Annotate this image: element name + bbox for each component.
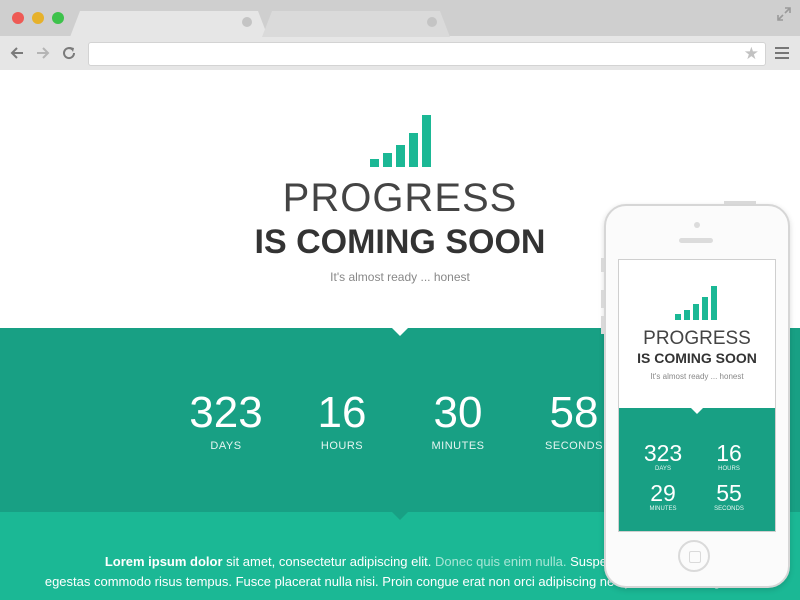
phone-camera: [694, 222, 700, 228]
tab-close-icon[interactable]: [427, 17, 437, 27]
about-highlight-link[interactable]: Donec quis enim nulla.: [435, 554, 567, 569]
about-lead: Lorem ipsum dolor: [104, 554, 223, 569]
section-divider-notch: [392, 512, 408, 520]
tab-strip: [0, 0, 800, 37]
mobile-hours-label: HOURS: [718, 466, 740, 472]
phone-volume-up: [601, 290, 604, 308]
minimize-window-button[interactable]: [32, 12, 44, 24]
maximize-window-button[interactable]: [52, 12, 64, 24]
phone-speaker: [679, 238, 713, 243]
forward-arrow-icon[interactable]: [34, 44, 52, 62]
mobile-days-value: 323: [643, 440, 683, 466]
countdown-hours-value: 16: [317, 388, 367, 437]
countdown-minutes: 30 MINUTES: [398, 388, 518, 452]
phone-volume-down: [601, 316, 604, 334]
phone-power-button: [724, 201, 756, 204]
mobile-countdown-section: 323 DAYS 16 HOURS 29 MINUTES 55 SECONDS: [619, 408, 775, 531]
tab-shape-inactive: [262, 11, 450, 37]
mobile-tagline: It's almost ready ... honest: [650, 372, 744, 381]
browser-chrome: ★: [0, 0, 800, 70]
mobile-minutes-label: MINUTES: [649, 506, 677, 512]
phone-screen: PROGRESS IS COMING SOON It's almost read…: [618, 259, 776, 532]
tab-inactive[interactable]: [262, 11, 452, 37]
tab-shape-active: [70, 11, 268, 37]
mobile-countdown-minutes: 29 MINUTES: [633, 480, 693, 512]
close-window-button[interactable]: [12, 12, 24, 24]
mobile-hours-value: 16: [716, 440, 742, 466]
section-divider-notch: [691, 408, 703, 414]
back-arrow-icon[interactable]: [8, 44, 26, 62]
countdown-days: 323 DAYS: [166, 388, 286, 452]
tab-active[interactable]: [70, 11, 270, 37]
address-bar[interactable]: ★: [88, 42, 766, 66]
mobile-countdown-seconds: 55 SECONDS: [699, 480, 759, 512]
mobile-seconds-label: SECONDS: [714, 506, 744, 512]
countdown-minutes-label: MINUTES: [431, 440, 485, 452]
section-divider-notch: [392, 328, 408, 336]
phone-mockup: PROGRESS IS COMING SOON It's almost read…: [601, 201, 790, 588]
phone-home-button[interactable]: [678, 540, 710, 572]
mobile-seconds-value: 55: [716, 480, 742, 506]
reload-icon[interactable]: [60, 44, 78, 62]
mobile-title-line1: PROGRESS: [643, 328, 751, 349]
countdown-days-value: 323: [189, 388, 263, 437]
signal-bars-logo-icon: [675, 286, 717, 320]
fullscreen-icon[interactable]: [776, 6, 792, 22]
countdown-minutes-value: 30: [433, 388, 483, 437]
countdown-hours: 16 HOURS: [282, 388, 402, 452]
tab-close-icon[interactable]: [242, 17, 252, 27]
mobile-title-line2: IS COMING SOON: [637, 350, 757, 366]
about-text-part1: sit amet, consectetur adipiscing elit.: [222, 554, 435, 569]
mobile-countdown-hours: 16 HOURS: [699, 440, 759, 472]
bookmark-star-icon[interactable]: ★: [744, 44, 759, 64]
phone-mute-switch: [601, 258, 604, 272]
mobile-days-label: DAYS: [655, 466, 671, 472]
mobile-minutes-value: 29: [650, 480, 676, 506]
mobile-countdown-days: 323 DAYS: [633, 440, 693, 472]
countdown-hours-label: HOURS: [320, 440, 364, 452]
countdown-days-label: DAYS: [210, 440, 242, 452]
menu-icon[interactable]: [775, 47, 789, 59]
signal-bars-logo-icon: [370, 115, 431, 167]
